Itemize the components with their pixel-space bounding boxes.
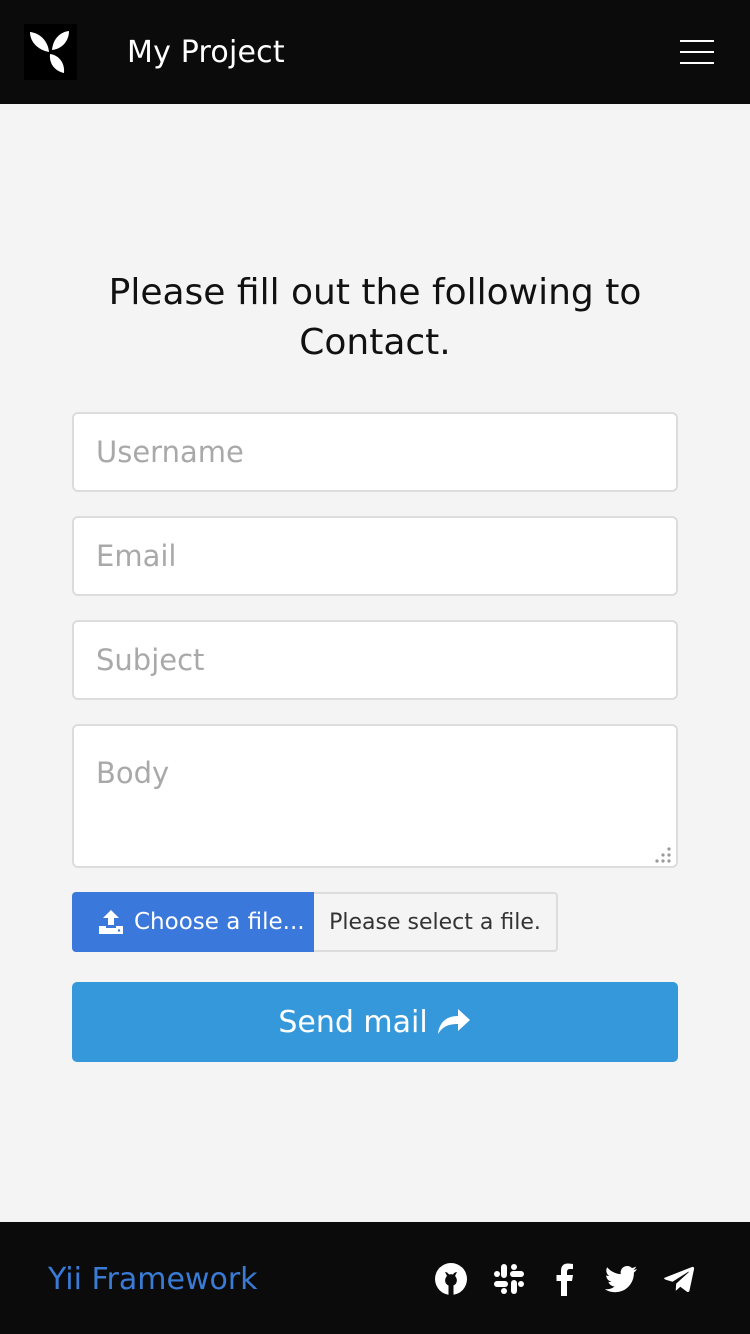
share-icon (437, 1009, 470, 1034)
file-status-text: Please select a file. (314, 892, 558, 952)
send-mail-label: Send mail (278, 1004, 428, 1040)
hamburger-menu-icon[interactable] (680, 38, 714, 66)
slack-icon[interactable] (492, 1262, 526, 1296)
yii-logo-icon (24, 24, 77, 80)
upload-icon (99, 910, 123, 934)
resize-grip-icon[interactable] (654, 846, 672, 864)
github-icon[interactable] (434, 1262, 468, 1296)
send-mail-button[interactable]: Send mail (72, 982, 678, 1062)
navbar: My Project (0, 0, 750, 104)
choose-file-label: Choose a file... (134, 909, 305, 935)
body-textarea[interactable] (72, 724, 678, 868)
telegram-icon[interactable] (662, 1262, 696, 1296)
choose-file-button[interactable]: Choose a file... (72, 892, 314, 952)
footer: Yii Framework (0, 1222, 750, 1334)
email-input[interactable] (72, 516, 678, 596)
page-title: Please fill out the following to Contact… (108, 272, 642, 363)
brand-name[interactable]: My Project (127, 33, 285, 73)
footer-yii-link[interactable]: Yii Framework (48, 1260, 258, 1300)
username-input[interactable] (72, 412, 678, 492)
twitter-icon[interactable] (604, 1262, 638, 1296)
facebook-icon[interactable] (548, 1262, 582, 1296)
subject-input[interactable] (72, 620, 678, 700)
